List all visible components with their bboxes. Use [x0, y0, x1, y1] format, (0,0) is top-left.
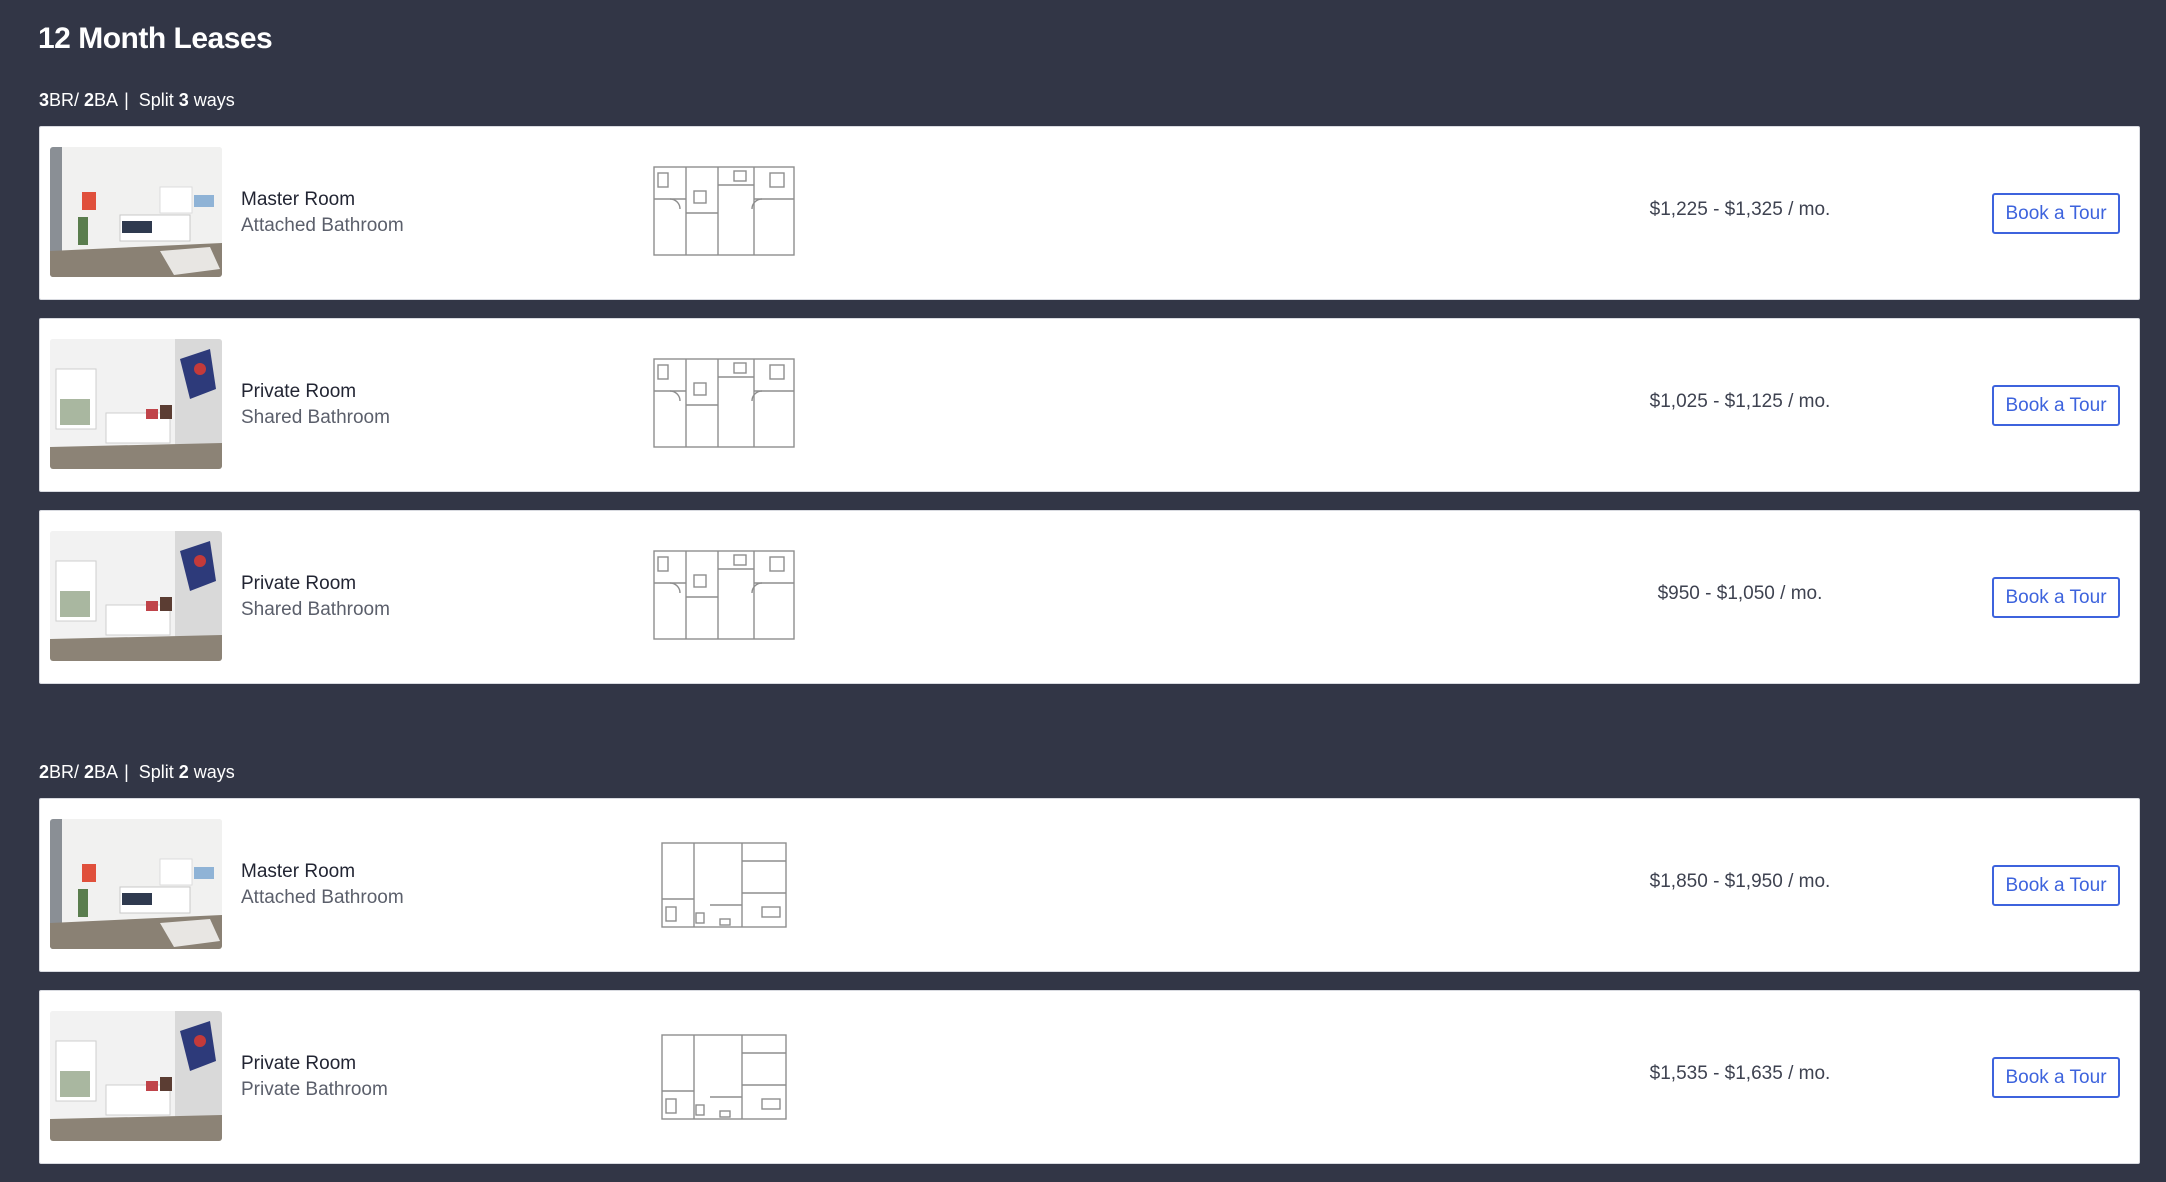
group-split-count: 2 — [178, 762, 189, 782]
group-baths: 2 — [84, 90, 95, 110]
group-header: 2 BR/ 2 BA | Split 2 ways — [39, 762, 235, 783]
group-split-prefix: Split — [138, 762, 179, 782]
group-split-prefix: Split — [138, 90, 179, 110]
page: 12 Month Leases 3 BR/ 2 BA | Split 3 ways Mas… — [0, 0, 2166, 1182]
room-info: Private Room Private Bathroom — [241, 1051, 388, 1103]
group-split-suffix: ways — [188, 762, 235, 782]
room-type: Master Room — [241, 861, 356, 882]
group-baths-suffix: BA — [94, 90, 119, 110]
price-unit: / mo. — [1782, 199, 1831, 220]
price-range: $950 - $1,050 / mo. — [1540, 583, 1940, 605]
book-tour-button[interactable]: Book a Tour — [1992, 193, 2120, 234]
room-photo[interactable] — [50, 531, 222, 661]
price-range: $1,225 - $1,325 / mo. — [1540, 199, 1940, 221]
group-separator: | — [124, 90, 129, 110]
price-unit: / mo. — [1782, 1063, 1831, 1084]
book-tour-button[interactable]: Book a Tour — [1992, 865, 2120, 906]
room-photo[interactable] — [50, 147, 222, 277]
price-amount: $1,225 - $1,325 — [1649, 199, 1783, 220]
room-info: Master Room Attached Bathroom — [241, 859, 404, 911]
price-unit: / mo. — [1782, 871, 1831, 892]
price-amount: $1,535 - $1,635 — [1649, 1063, 1783, 1084]
room-card: Master Room Attached Bathroom $1,225 - $1,… — [39, 126, 2140, 300]
bathroom-type: Attached Bathroom — [241, 887, 404, 908]
price-unit: / mo. — [1774, 583, 1823, 604]
floorplan-icon[interactable] — [650, 163, 798, 259]
floorplan-icon[interactable] — [650, 835, 798, 931]
bathroom-type: Private Bathroom — [241, 1079, 388, 1100]
room-info: Private Room Shared Bathroom — [241, 379, 390, 431]
room-card: Private Room Private Bathroom $1,535 - $1,… — [39, 990, 2140, 1164]
room-type: Private Room — [241, 381, 357, 402]
price-amount: $1,850 - $1,950 — [1649, 871, 1783, 892]
price-range: $1,025 - $1,125 / mo. — [1540, 391, 1940, 413]
price-range: $1,535 - $1,635 / mo. — [1540, 1063, 1940, 1085]
price-amount: $950 - $1,050 — [1657, 583, 1775, 604]
group-beds-suffix: BR/ — [49, 90, 85, 110]
price-range: $1,850 - $1,950 / mo. — [1540, 871, 1940, 893]
group-baths: 2 — [84, 762, 95, 782]
floorplan-icon[interactable] — [650, 547, 798, 643]
room-info: Private Room Shared Bathroom — [241, 571, 390, 623]
bathroom-type: Shared Bathroom — [241, 599, 390, 620]
room-card: Private Room Shared Bathroom $950 - $1,050… — [39, 510, 2140, 684]
bathroom-type: Shared Bathroom — [241, 407, 390, 428]
group-split-count: 3 — [178, 90, 189, 110]
room-photo[interactable] — [50, 1011, 222, 1141]
group-beds-suffix: BR/ — [49, 762, 85, 782]
book-tour-button[interactable]: Book a Tour — [1992, 385, 2120, 426]
room-card: Private Room Shared Bathroom $1,025 - $1,1… — [39, 318, 2140, 492]
book-tour-button[interactable]: Book a Tour — [1992, 577, 2120, 618]
floorplan-icon[interactable] — [650, 1027, 798, 1123]
book-tour-button[interactable]: Book a Tour — [1992, 1057, 2120, 1098]
group-separator: | — [124, 762, 129, 782]
group-beds: 2 — [39, 762, 50, 782]
group-baths-suffix: BA — [94, 762, 119, 782]
room-card: Master Room Attached Bathroom $1,850 - $1,… — [39, 798, 2140, 972]
group-beds: 3 — [39, 90, 50, 110]
price-unit: / mo. — [1782, 391, 1831, 412]
floorplan-icon[interactable] — [650, 355, 798, 451]
room-info: Master Room Attached Bathroom — [241, 187, 404, 239]
room-photo[interactable] — [50, 819, 222, 949]
room-photo[interactable] — [50, 339, 222, 469]
bathroom-type: Attached Bathroom — [241, 215, 404, 236]
room-type: Master Room — [241, 189, 356, 210]
page-title: 12 Month Leases — [38, 22, 273, 55]
room-type: Private Room — [241, 1053, 357, 1074]
group-split-suffix: ways — [188, 90, 235, 110]
room-type: Private Room — [241, 573, 357, 594]
price-amount: $1,025 - $1,125 — [1649, 391, 1783, 412]
group-header: 3 BR/ 2 BA | Split 3 ways — [39, 90, 235, 111]
